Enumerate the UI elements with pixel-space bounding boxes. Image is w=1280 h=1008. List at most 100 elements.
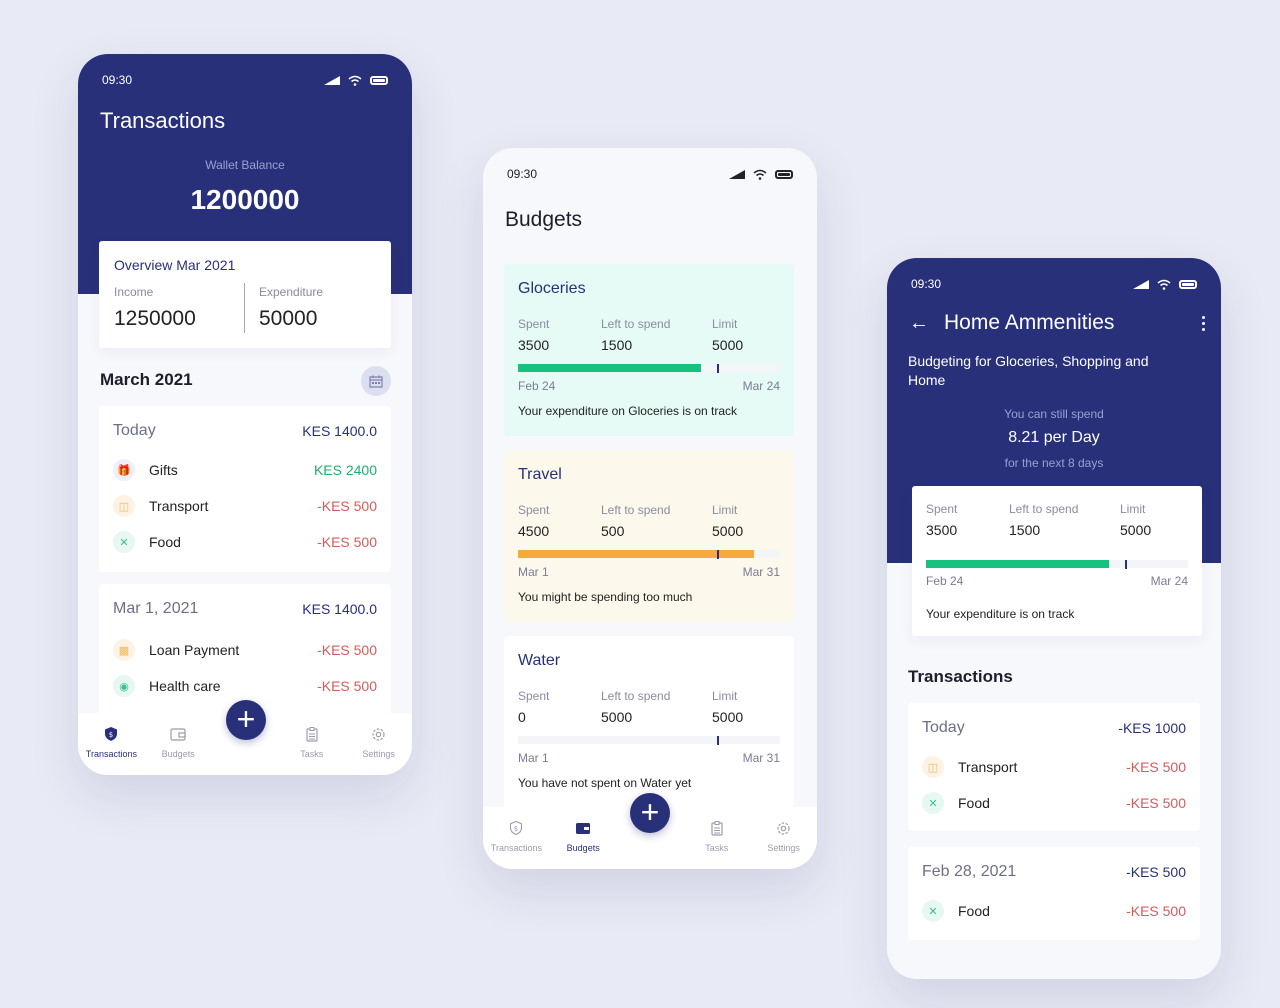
budget-progress-bar xyxy=(518,364,780,373)
transaction-row[interactable]: 🎁 Gifts KES 2400 xyxy=(99,452,391,488)
status-bar: 09:30 xyxy=(78,54,412,94)
wallet-balance-label: Wallet Balance xyxy=(205,158,285,172)
transaction-row[interactable]: ◫ Transport -KES 500 xyxy=(908,749,1200,785)
gear-icon xyxy=(775,819,793,837)
nav-budgets[interactable]: Budgets xyxy=(550,807,617,869)
budget-progress-bar xyxy=(518,736,780,745)
page-title: Home Ammenities xyxy=(944,311,1115,334)
transaction-group: Today KES 1400.0 🎁 Gifts KES 2400 ◫ Tran… xyxy=(99,406,391,572)
more-menu-icon[interactable] xyxy=(1202,316,1205,331)
budget-name: Travel xyxy=(518,466,562,483)
budget-card-water[interactable]: Water Spent 0 Left to spend 5000 Limit 5000… xyxy=(504,636,794,808)
group-date: Today xyxy=(922,719,965,736)
status-time: 09:30 xyxy=(911,277,942,291)
gear-icon xyxy=(370,725,388,743)
page-title: Budgets xyxy=(505,208,583,231)
nav-label: Tasks xyxy=(705,843,729,853)
limit-value: 5000 xyxy=(712,709,744,725)
budget-message: Your expenditure on Gloceries is on trac… xyxy=(518,404,738,418)
nav-label: Tasks xyxy=(300,749,324,759)
budget-card-groceries[interactable]: Gloceries Spent 3500 Left to spend 1500 Li… xyxy=(504,264,794,436)
add-button[interactable]: + xyxy=(630,793,670,833)
nav-label: Settings xyxy=(767,843,800,853)
start-date: Mar 1 xyxy=(518,751,549,765)
nav-budgets[interactable]: Budgets xyxy=(145,713,212,775)
nav-label: Transactions xyxy=(490,843,542,853)
remaining-days-label: for the next 8 days xyxy=(1004,456,1104,470)
expenditure-label: Expenditure xyxy=(259,285,324,299)
nav-settings[interactable]: Settings xyxy=(345,713,412,775)
status-bar: 09:30 xyxy=(483,148,817,188)
group-header: Mar 1, 2021 KES 1400.0 xyxy=(99,584,391,618)
transaction-row[interactable]: ✕ Food -KES 500 xyxy=(99,524,391,560)
budgets-phone: 09:30 Budgets Gloceries Spent 3500 Left t… xyxy=(483,148,817,869)
wallet-balance-value: 1200000 xyxy=(190,184,300,215)
transaction-name: Food xyxy=(149,534,181,550)
limit-label: Limit xyxy=(712,689,738,703)
cutlery-icon: ✕ xyxy=(922,900,944,922)
nav-tasks[interactable]: Tasks xyxy=(278,713,345,775)
budget-name: Water xyxy=(518,652,561,669)
transaction-name: Food xyxy=(958,795,990,811)
time-marker xyxy=(717,550,720,559)
nav-settings[interactable]: Settings xyxy=(750,807,817,869)
budget-card-travel[interactable]: Travel Spent 4500 Left to spend 500 Limit 5… xyxy=(504,450,794,622)
transaction-row[interactable]: ✕ Food -KES 500 xyxy=(908,785,1200,821)
start-date: Feb 24 xyxy=(518,379,556,393)
svg-text:$: $ xyxy=(514,825,518,833)
transaction-row[interactable]: ▩ Loan Payment -KES 500 xyxy=(99,632,391,668)
daily-rate: 8.21 per Day xyxy=(1008,429,1100,446)
left-label: Left to spend xyxy=(601,317,671,331)
transactions-heading: Transactions xyxy=(908,667,1013,686)
income-value: 1250000 xyxy=(114,307,196,330)
wallet-icon xyxy=(169,725,187,743)
end-date: Mar 24 xyxy=(742,379,780,393)
back-arrow-icon[interactable]: ← xyxy=(909,312,929,335)
svg-text:$: $ xyxy=(109,731,113,739)
group-total: KES 1400.0 xyxy=(302,423,377,439)
car-icon: ◫ xyxy=(922,756,944,778)
budget-description: Budgeting for Gloceries, Shopping and Ho… xyxy=(908,353,1149,388)
nav-transactions[interactable]: $ Transactions xyxy=(78,713,145,775)
group-header: Today KES 1400.0 xyxy=(99,406,391,440)
cutlery-icon: ✕ xyxy=(113,531,135,553)
left-label: Left to spend xyxy=(601,689,671,703)
nav-tasks[interactable]: Tasks xyxy=(683,807,750,869)
overview-title: Overview Mar 2021 xyxy=(114,257,236,273)
transaction-row[interactable]: ◫ Transport -KES 500 xyxy=(99,488,391,524)
gift-icon: 🎁 xyxy=(113,459,135,481)
left-label: Left to spend xyxy=(1009,502,1079,516)
time-marker xyxy=(1125,560,1128,569)
nav-label: Budgets xyxy=(566,843,600,853)
transaction-group: Today -KES 1000 ◫ Transport -KES 500 ✕ F… xyxy=(908,703,1200,831)
transaction-name: Transport xyxy=(958,759,1018,775)
add-button[interactable]: + xyxy=(226,700,266,740)
month-heading: March 2021 xyxy=(100,370,193,389)
transaction-row[interactable]: ✕ Food -KES 500 xyxy=(908,893,1200,929)
left-value: 1500 xyxy=(1009,522,1041,538)
wallet-icon xyxy=(574,819,592,837)
nav-transactions[interactable]: $ Transactions xyxy=(483,807,550,869)
calendar-button[interactable] xyxy=(361,366,391,396)
still-spend-label: You can still spend xyxy=(1004,407,1104,421)
budget-summary-card: Spent 3500 Left to spend 1500 Limit 5000 Fe… xyxy=(912,486,1202,636)
wifi-icon xyxy=(753,169,767,180)
left-value: 5000 xyxy=(601,709,633,725)
transaction-row[interactable]: ◉ Health care -KES 500 xyxy=(99,668,391,704)
progress-fill xyxy=(518,364,702,372)
transaction-name: Health care xyxy=(149,678,221,694)
battery-icon xyxy=(1179,279,1197,289)
shield-dollar-icon: $ xyxy=(102,725,120,743)
overview-divider xyxy=(244,283,245,333)
group-total: KES 1400.0 xyxy=(302,601,377,617)
budget-message: You have not spent on Water yet xyxy=(518,776,692,790)
clipboard-icon xyxy=(303,725,321,743)
group-date: Feb 28, 2021 xyxy=(922,863,1017,880)
start-date: Feb 24 xyxy=(926,574,964,588)
limit-value: 5000 xyxy=(1120,522,1152,538)
spent-label: Spent xyxy=(518,689,550,703)
nav-label: Transactions xyxy=(85,749,137,759)
car-icon: ◫ xyxy=(113,495,135,517)
end-date: Mar 31 xyxy=(742,751,780,765)
group-total: -KES 500 xyxy=(1126,864,1186,880)
